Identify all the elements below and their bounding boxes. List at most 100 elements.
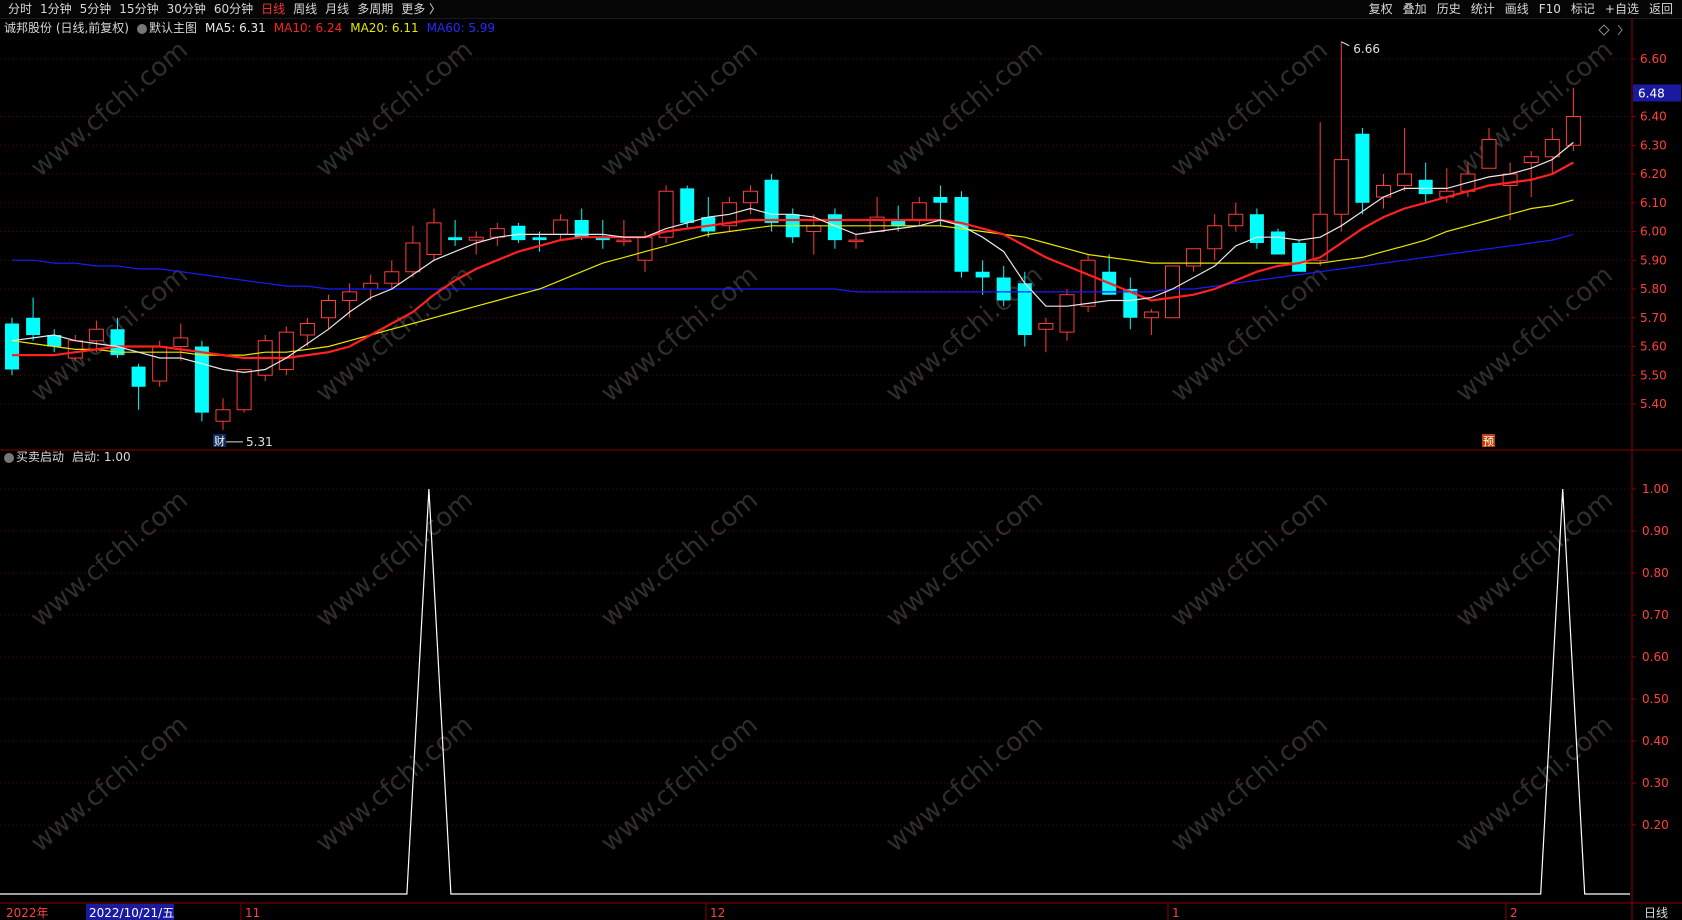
candle-body <box>933 197 948 203</box>
collapse-icon[interactable] <box>1617 24 1623 36</box>
price-label-9: 5.60 <box>1640 340 1667 354</box>
candle-body <box>764 179 779 223</box>
tool-button-8[interactable]: 返回 <box>1644 0 1678 18</box>
period-tab-7[interactable]: 周线 <box>289 0 321 18</box>
candle-body <box>468 236 484 241</box>
candle-body <box>1059 294 1075 333</box>
candle-body <box>553 219 569 235</box>
candle-body <box>194 346 209 413</box>
tool-button-3[interactable]: 统计 <box>1466 0 1500 18</box>
period-tabs: 分时 1分钟 5分钟 15分钟 30分钟 60分钟 日线 周线 月线 多周期 更多 〉 <box>4 0 445 18</box>
high-label: 6.66 <box>1353 42 1380 56</box>
watermark-text: www.cfchi.com <box>880 710 1049 858</box>
candle-body <box>299 323 315 336</box>
candle-body <box>405 242 421 273</box>
candle-body <box>1143 311 1159 319</box>
watermark-text: www.cfchi.com <box>880 485 1049 633</box>
watermark-text: www.cfchi.com <box>1165 260 1334 408</box>
candle-body <box>996 277 1011 301</box>
indicator-label-2: 0.80 <box>1642 566 1669 580</box>
candle-body <box>1355 133 1370 203</box>
tool-buttons: 复权 叠加 历史 统计 画线 F10 标记 +自选 返回 <box>1364 0 1678 18</box>
tool-button-2[interactable]: 历史 <box>1432 0 1466 18</box>
watermark-text: www.cfchi.com <box>595 485 764 633</box>
tool-button-7[interactable]: +自选 <box>1600 0 1644 18</box>
watermark-text: www.cfchi.com <box>25 260 194 408</box>
period-tab-5[interactable]: 60分钟 <box>210 0 257 18</box>
year-label: 2022年 <box>6 906 49 920</box>
kline-chart[interactable]: www.cfchi.com www.cfchi.com www.cfchi.com w… <box>0 18 1682 920</box>
watermark-text: www.cfchi.com <box>25 485 194 633</box>
indicator-label-3: 0.70 <box>1642 608 1669 622</box>
candle-body <box>1228 213 1244 227</box>
price-label-3: 6.20 <box>1640 167 1667 181</box>
period-tab-9[interactable]: 多周期 <box>353 0 397 18</box>
period-tab-3[interactable]: 15分钟 <box>115 0 162 18</box>
watermark-text: www.cfchi.com <box>880 35 1049 183</box>
period-tab-10[interactable]: 更多 〉 <box>397 0 445 18</box>
watermark-text: www.cfchi.com <box>1450 260 1619 408</box>
indicator-label-0: 1.00 <box>1642 482 1669 496</box>
candle-body <box>1565 116 1581 146</box>
price-label-0: 6.60 <box>1640 52 1667 66</box>
ma60-line <box>12 233 1574 293</box>
indicator-label-6: 0.40 <box>1642 734 1669 748</box>
low-label: 5.31 <box>246 435 273 449</box>
forecast-marker: 预 <box>1483 435 1494 448</box>
candle-body <box>1544 139 1560 158</box>
finance-marker: 财 <box>214 434 225 448</box>
tool-button-0[interactable]: 复权 <box>1364 0 1398 18</box>
candle-body <box>1292 243 1307 272</box>
indicator-label-4: 0.60 <box>1642 650 1669 664</box>
tool-button-4[interactable]: 画线 <box>1500 0 1534 18</box>
price-label-1: 6.40 <box>1640 110 1667 124</box>
candle-body <box>236 369 252 411</box>
candle-body <box>88 328 104 342</box>
indicator-line <box>0 488 1630 895</box>
price-label-4: 6.10 <box>1640 196 1667 210</box>
period-tab-1[interactable]: 1分钟 <box>36 0 76 18</box>
watermark-text: www.cfchi.com <box>1450 710 1619 858</box>
watermark-text: www.cfchi.com <box>595 710 764 858</box>
candle-body <box>1333 159 1349 215</box>
period-tab-8[interactable]: 月线 <box>321 0 353 18</box>
candle-body <box>1271 231 1285 255</box>
period-toolbar: 分时 1分钟 5分钟 15分钟 30分钟 60分钟 日线 周线 月线 多周期 更多 〉 复权 叠加 历史… <box>0 0 1682 19</box>
candle-body <box>954 197 969 272</box>
candle-body <box>1523 156 1539 163</box>
month-label-2: 1 <box>1172 906 1180 920</box>
candle-body <box>743 190 758 204</box>
period-tab-2[interactable]: 5分钟 <box>76 0 116 18</box>
candle-body <box>616 239 632 243</box>
candle-body <box>848 239 864 243</box>
month-label-1: 12 <box>710 906 725 920</box>
watermark-text: www.cfchi.com <box>310 485 479 633</box>
period-tab-0[interactable]: 分时 <box>4 0 36 18</box>
tool-button-1[interactable]: 叠加 <box>1398 0 1432 18</box>
tool-button-5[interactable]: F10 <box>1534 0 1566 18</box>
price-label-7: 5.80 <box>1640 282 1667 296</box>
watermark-text: www.cfchi.com <box>595 35 764 183</box>
period-tab-4[interactable]: 30分钟 <box>163 0 210 18</box>
candle-body <box>1080 259 1096 307</box>
watermark-text: www.cfchi.com <box>1450 485 1619 633</box>
candle-body <box>342 291 358 301</box>
watermark-text: www.cfchi.com <box>310 710 479 858</box>
price-label-11: 5.40 <box>1640 397 1667 411</box>
candle-body <box>511 225 526 241</box>
candle-body <box>384 271 400 284</box>
price-label-5: 6.00 <box>1640 225 1667 239</box>
candle-body <box>448 237 463 241</box>
price-label-2: 6.30 <box>1640 138 1667 152</box>
tool-button-6[interactable]: 标记 <box>1566 0 1600 18</box>
candle-body <box>321 300 336 319</box>
price-label-8: 5.70 <box>1640 311 1667 325</box>
watermark-text: www.cfchi.com <box>25 710 194 858</box>
candle-body <box>1165 265 1180 319</box>
candle-body <box>26 317 41 335</box>
candle-body <box>1207 225 1223 250</box>
period-tab-6[interactable]: 日线 <box>257 0 289 18</box>
watermark-text: www.cfchi.com <box>1165 485 1334 633</box>
diamond-icon[interactable] <box>1598 24 1610 36</box>
candle-body <box>1017 283 1032 335</box>
